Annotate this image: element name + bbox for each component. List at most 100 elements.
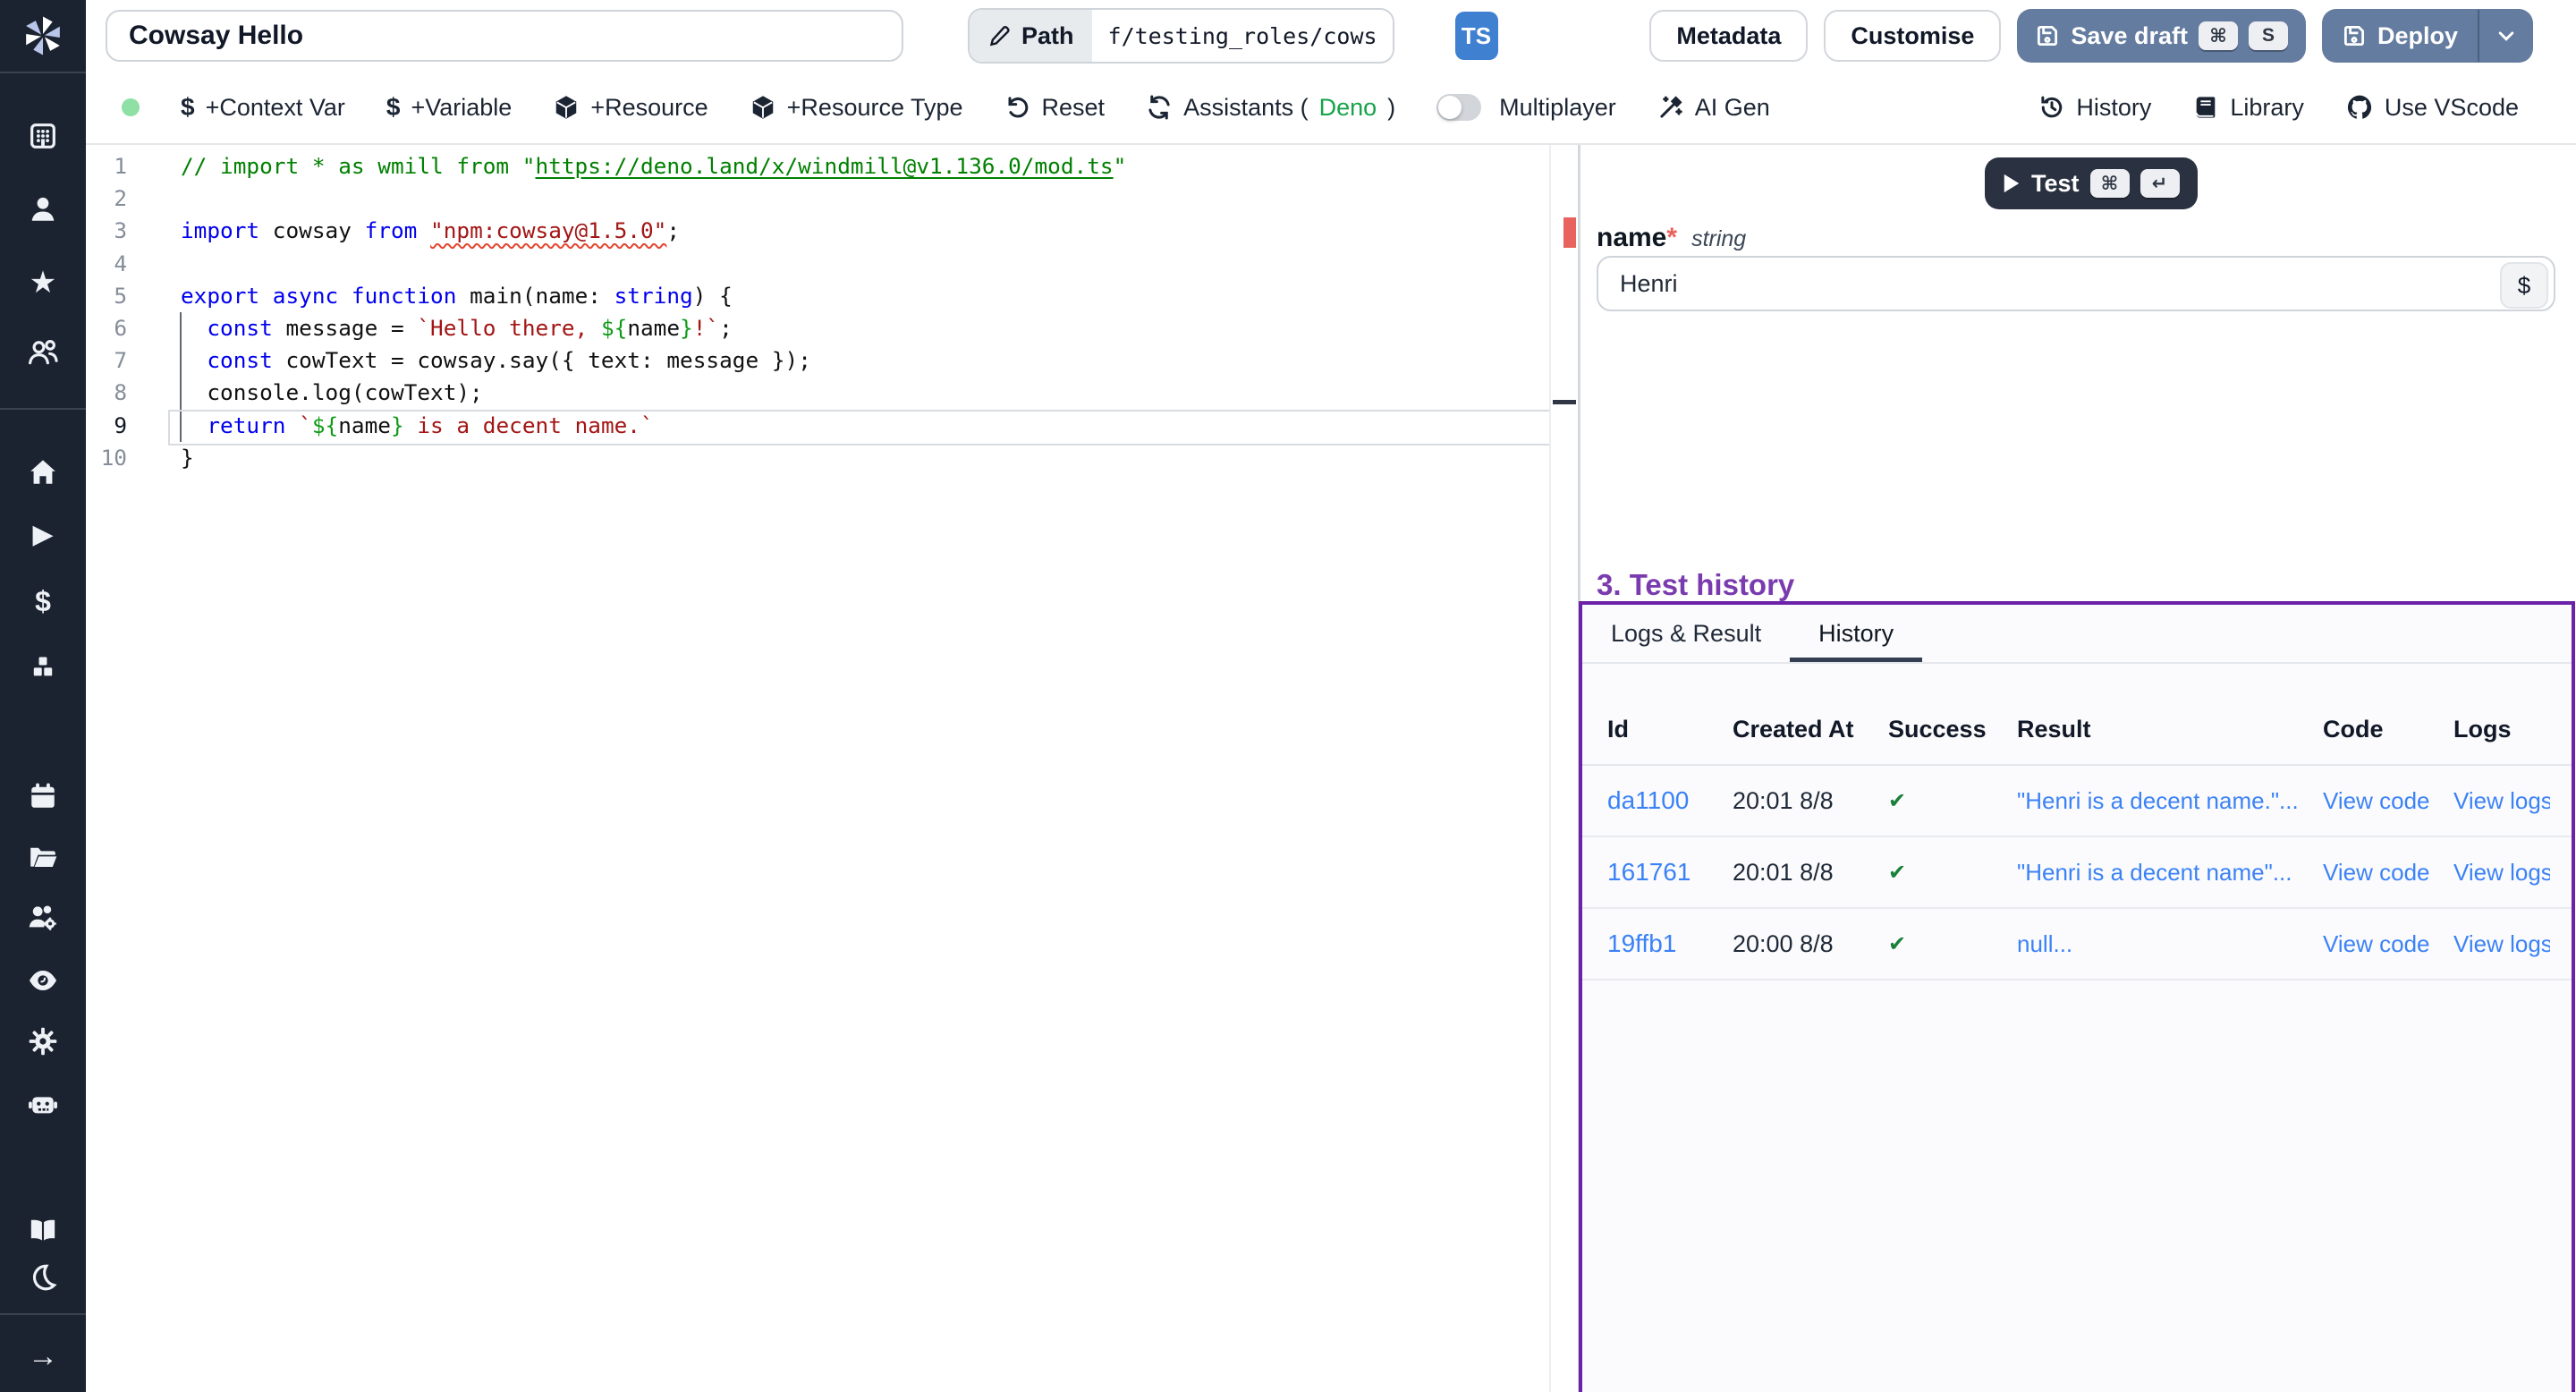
tab-history[interactable]: History: [1790, 605, 1922, 662]
code-line[interactable]: import cowsay from "npm:cowsay@1.5.0";: [181, 215, 1549, 247]
success-check-icon: ✔: [1888, 931, 2017, 957]
sidebar-item-schedules[interactable]: [0, 766, 86, 827]
book-icon: [2192, 94, 2219, 121]
sidebar-item-workers-groups[interactable]: [0, 887, 86, 948]
robot-icon: [27, 1088, 59, 1120]
code-line[interactable]: }: [181, 442, 1549, 474]
name-field-input[interactable]: [1597, 256, 2555, 311]
cursor-marker: [1553, 400, 1576, 404]
save-draft-button[interactable]: Save draft ⌘ S: [2017, 9, 2306, 63]
line-number: 2: [86, 182, 127, 215]
metadata-button[interactable]: Metadata: [1649, 10, 1808, 62]
sidebar-collapse-button[interactable]: →: [0, 1326, 86, 1387]
sidebar-item-settings[interactable]: [0, 1011, 86, 1072]
view-code-link[interactable]: View code: [2323, 930, 2453, 958]
tab-logs-result[interactable]: Logs & Result: [1582, 605, 1790, 662]
reset-button[interactable]: Reset: [1004, 94, 1106, 122]
sidebar-divider: [0, 1313, 86, 1315]
sidebar-item-variables[interactable]: $: [0, 571, 86, 632]
result-link[interactable]: "Henri is a decent name."...: [2017, 787, 2323, 815]
edit-path-button[interactable]: Path: [970, 10, 1092, 62]
line-number: 4: [86, 248, 127, 280]
field-input-wrap: $: [1597, 256, 2555, 311]
multiplayer-toggle[interactable]: [1436, 94, 1481, 121]
created-at-cell: 20:01 8/8: [1733, 859, 1888, 887]
kbd-enter: ↵: [2140, 169, 2180, 198]
sidebar-item-workspace[interactable]: [0, 106, 86, 166]
job-id-link[interactable]: 19ffb1: [1607, 929, 1733, 958]
editor-toolbar: $ +Context Var $ +Variable +Resource +Re…: [86, 72, 2576, 145]
sidebar-item-home[interactable]: [0, 442, 86, 503]
code-line[interactable]: export async function main(name: string)…: [181, 280, 1549, 312]
calendar-icon: [28, 781, 58, 811]
add-context-var-button[interactable]: $ +Context Var: [181, 93, 345, 122]
sidebar-item-dark-mode[interactable]: [0, 1247, 86, 1308]
line-number: 8: [86, 377, 127, 409]
deploy-button[interactable]: Deploy: [2322, 9, 2533, 63]
add-variable-button[interactable]: $ +Variable: [386, 93, 512, 122]
code-line[interactable]: console.log(cowText);: [181, 377, 1549, 409]
code-line[interactable]: [181, 248, 1549, 280]
sidebar-item-folders[interactable]: [0, 827, 86, 887]
history-table-body: da1100 20:01 8/8 ✔ "Henri is a decent name.…: [1582, 766, 2572, 980]
path-input[interactable]: [1092, 10, 1393, 62]
view-code-link[interactable]: View code: [2323, 787, 2453, 815]
code-line[interactable]: const message = `Hello there, ${name}!`;: [181, 312, 1549, 344]
windmill-logo[interactable]: [0, 0, 86, 72]
customise-button[interactable]: Customise: [1824, 10, 2001, 62]
view-logs-link[interactable]: View logs: [2453, 859, 2550, 887]
sidebar-item-audit-logs[interactable]: [0, 950, 86, 1011]
code-line[interactable]: return `${name} is a decent name.`: [181, 410, 1549, 442]
job-id-link[interactable]: 161761: [1607, 858, 1733, 887]
open-book-icon: [28, 1216, 58, 1246]
job-id-link[interactable]: da1100: [1607, 786, 1733, 815]
code-line[interactable]: [181, 182, 1549, 215]
ai-gen-button[interactable]: AI Gen: [1657, 94, 1770, 122]
refresh-icon: [1146, 94, 1173, 121]
use-vscode-button[interactable]: Use VScode: [2345, 93, 2519, 122]
deploy-dropdown-button[interactable]: [2479, 25, 2533, 47]
line-number: 5: [86, 280, 127, 312]
line-number: 10: [86, 442, 127, 474]
history-table-head: IdCreated AtSuccessResultCodeLogs: [1582, 694, 2572, 766]
typescript-badge-label: TS: [1462, 22, 1491, 50]
sidebar-item-favorites[interactable]: ★: [0, 252, 86, 313]
sidebar-item-user[interactable]: [0, 179, 86, 240]
code-editor[interactable]: 12345678910 // import * as wmill from "h…: [86, 145, 1578, 1392]
wand-sparkles-icon: [1657, 94, 1684, 121]
error-marker: [1563, 217, 1576, 248]
view-logs-link[interactable]: View logs: [2453, 787, 2550, 815]
add-resource-button[interactable]: +Resource: [553, 94, 708, 122]
package-cube-icon: [553, 94, 580, 121]
folder-open-icon: [28, 842, 58, 872]
sidebar: ★ ▶ $: [0, 0, 86, 1392]
test-button[interactable]: Test ⌘ ↵: [1985, 157, 2198, 209]
assistants-button[interactable]: Assistants (Deno): [1146, 94, 1395, 122]
code-line[interactable]: const cowText = cowsay.say({ text: messa…: [181, 344, 1549, 377]
insert-variable-button[interactable]: $: [2500, 262, 2548, 309]
sidebar-item-workers[interactable]: [0, 1074, 86, 1134]
code-line[interactable]: // import * as wmill from "https://deno.…: [181, 150, 1549, 182]
script-title-input[interactable]: [106, 10, 903, 62]
sidebar-item-resources[interactable]: [0, 637, 86, 698]
star-icon: ★: [30, 267, 56, 298]
result-link[interactable]: null...: [2017, 930, 2323, 958]
undo-icon: [1004, 94, 1031, 121]
sidebar-item-runs[interactable]: ▶: [0, 505, 86, 565]
add-resource-type-button[interactable]: +Resource Type: [750, 94, 963, 122]
history-button[interactable]: History: [2038, 94, 2151, 122]
table-row: 19ffb120:00 8/8✔null...View codeView log…: [1582, 909, 2572, 980]
deploy-main[interactable]: Deploy: [2322, 22, 2478, 50]
result-link[interactable]: "Henri is a decent name"...: [2017, 859, 2323, 887]
col-code: Code: [2323, 716, 2453, 743]
assistants-label: Assistants (: [1183, 94, 1309, 122]
sidebar-item-groups[interactable]: [0, 322, 86, 383]
multiplayer-label: Multiplayer: [1499, 94, 1616, 122]
windmill-script-editor: ★ ▶ $: [0, 0, 2576, 1392]
path-group: Path: [968, 8, 1394, 64]
view-logs-link[interactable]: View logs: [2453, 930, 2550, 958]
view-code-link[interactable]: View code: [2323, 859, 2453, 887]
eye-icon: [27, 964, 59, 997]
library-button[interactable]: Library: [2192, 94, 2304, 122]
table-row: 16176120:01 8/8✔"Henri is a decent name"…: [1582, 837, 2572, 909]
